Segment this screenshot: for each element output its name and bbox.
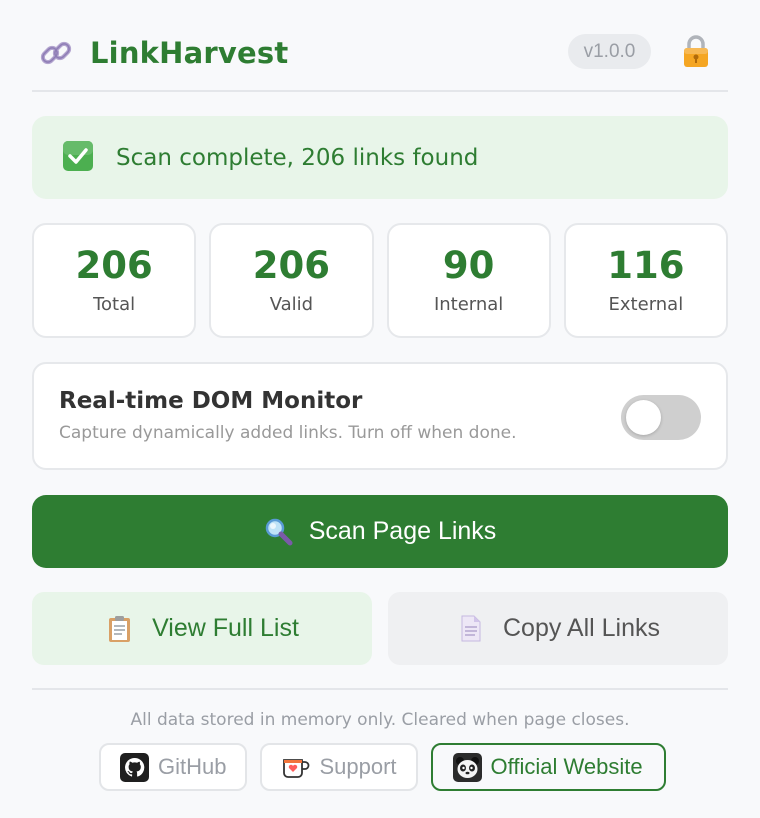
official-website-link[interactable]: Official Website [430,743,666,791]
stat-total: 206 Total [32,223,197,338]
stat-value: 90 [442,243,495,287]
github-label: GitHub [158,754,227,779]
stat-label: Valid [269,294,314,316]
dom-monitor-card: Real-time DOM Monitor Capture dynamicall… [32,362,728,470]
stats-row: 206 Total 206 Valid 90 Internal 116 Exte… [32,223,728,338]
link-icon [36,33,76,73]
scan-button-label: Scan Page Links [308,517,497,545]
status-banner: Scan complete, 206 links found [32,116,728,199]
panda-icon [452,752,482,782]
stat-external: 116 External [563,223,728,338]
copy-button-label: Copy All Links [502,614,661,642]
view-full-list-button[interactable]: View Full List [32,592,372,665]
github-icon [120,752,149,782]
copy-all-links-button[interactable]: Copy All Links [388,592,728,665]
stat-label: Internal [433,294,504,316]
github-link[interactable]: GitHub [99,743,248,791]
stat-value: 206 [75,243,153,287]
official-website-label: Official Website [490,754,643,779]
stat-internal: 90 Internal [386,223,551,338]
stat-value: 116 [607,243,685,287]
header-divider [32,90,728,92]
scan-page-links-button[interactable]: Scan Page Links [32,495,728,568]
version-badge: v1.0.0 [568,34,651,69]
action-row: View Full List Copy All Links [32,592,728,665]
app-title: LinkHarvest [90,36,289,70]
footer-divider [32,688,728,690]
support-label: Support [319,754,397,779]
document-icon [456,614,485,643]
check-icon [62,140,94,176]
stat-value: 206 [252,243,330,287]
footer-links: GitHub Support Official Website [99,743,666,791]
stat-valid: 206 Valid [209,223,374,338]
status-text: Scan complete, 206 links found [116,144,479,171]
stat-label: Total [93,294,136,316]
dom-monitor-toggle[interactable] [621,395,701,440]
clipboard-icon [105,614,134,643]
footer-note: All data stored in memory only. Cleared … [130,710,630,730]
support-link[interactable]: Support [260,743,418,791]
toggle-knob [626,400,661,435]
view-button-label: View Full List [152,614,299,642]
header: LinkHarvest v1.0.0 [32,28,728,78]
kofi-cup-icon [281,753,310,782]
magnifier-icon [264,517,293,546]
lock-icon[interactable] [682,34,710,68]
stat-label: External [608,294,684,316]
